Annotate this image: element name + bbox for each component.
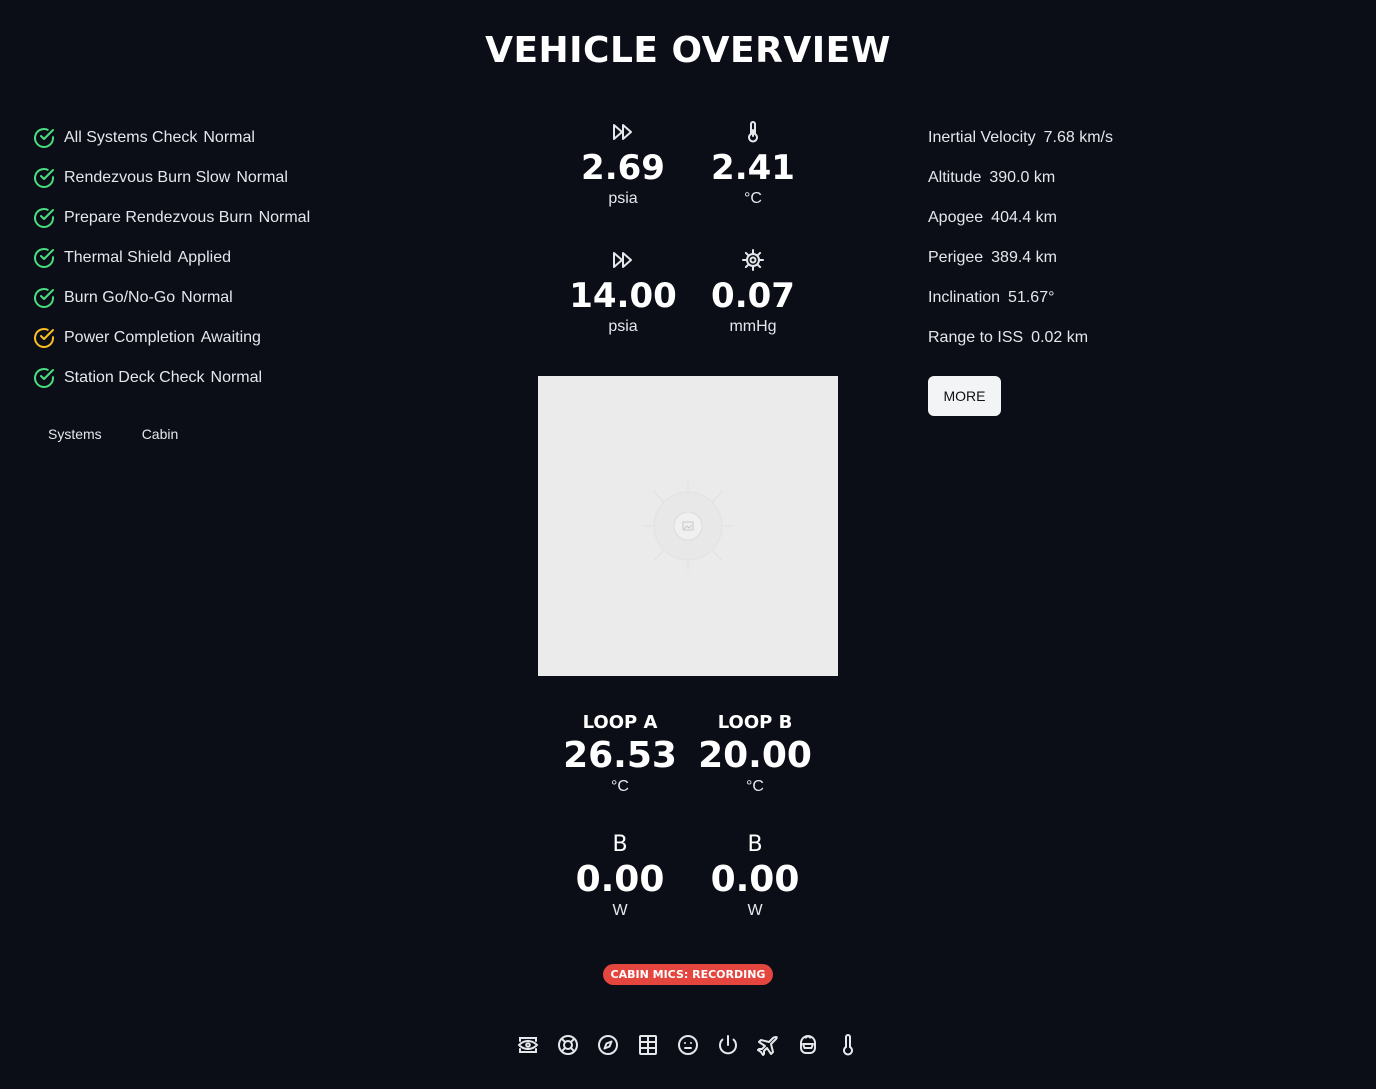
checklist-item: Station Deck Check Normal bbox=[32, 358, 310, 398]
telemetry-item: Apogee 404.4 km bbox=[928, 198, 1113, 238]
thermometer-icon[interactable] bbox=[828, 1030, 868, 1060]
lifebuoy-icon[interactable] bbox=[548, 1030, 588, 1060]
compass-icon[interactable] bbox=[588, 1030, 628, 1060]
checklist-label: Prepare Rendezvous Burn bbox=[64, 209, 253, 226]
telemetry-label: Altitude bbox=[928, 169, 982, 186]
power-unit: W bbox=[747, 902, 763, 919]
checklist-status: Normal bbox=[236, 169, 288, 186]
checklist-item: Burn Go/No-Go Normal bbox=[32, 278, 310, 318]
tab-systems[interactable]: Systems bbox=[34, 420, 116, 448]
gauge-value: 2.41 bbox=[711, 148, 795, 188]
loop-b: LOOP B 20.00 °C bbox=[685, 712, 825, 796]
checklist-label: Station Deck Check bbox=[64, 369, 205, 386]
check-circle-icon bbox=[32, 206, 56, 230]
loop-value: 26.53 bbox=[563, 735, 677, 776]
power-icon[interactable] bbox=[708, 1030, 748, 1060]
power-unit: W bbox=[612, 902, 628, 919]
loop-unit: °C bbox=[611, 778, 629, 795]
checklist-label: Burn Go/No-Go bbox=[64, 289, 176, 306]
fast-forward-icon bbox=[558, 120, 688, 144]
check-circle-icon bbox=[32, 166, 56, 190]
thermometer-icon bbox=[688, 120, 818, 144]
loop-label: LOOP B bbox=[717, 712, 793, 733]
camera-feed-placeholder bbox=[538, 376, 838, 676]
checklist-status: Awaiting bbox=[200, 329, 261, 346]
airplane-icon[interactable] bbox=[748, 1030, 788, 1060]
recording-status-badge: CABIN MICS: RECORDING bbox=[603, 964, 773, 985]
gauge-unit: psia bbox=[608, 190, 638, 207]
face-icon[interactable] bbox=[668, 1030, 708, 1060]
power-value: 0.00 bbox=[575, 859, 665, 900]
check-circle-icon bbox=[32, 366, 56, 390]
bottom-icon-bar bbox=[508, 1030, 868, 1060]
eye-icon[interactable] bbox=[508, 1030, 548, 1060]
more-button[interactable]: MORE bbox=[928, 376, 1001, 416]
checklist-status: Normal bbox=[210, 369, 263, 386]
gauge-unit: mmHg bbox=[729, 318, 777, 335]
loop-label: LOOP A bbox=[582, 712, 658, 733]
fast-forward-icon bbox=[558, 248, 688, 272]
telemetry-label: Inertial Velocity bbox=[928, 129, 1036, 146]
helmet-icon[interactable] bbox=[788, 1030, 828, 1060]
gauge-value: 2.69 bbox=[581, 148, 665, 188]
loop-value: 20.00 bbox=[698, 735, 812, 776]
telemetry-item: Range to ISS 0.02 km bbox=[928, 318, 1113, 358]
telemetry-value: 404.4 km bbox=[991, 209, 1057, 226]
telemetry-item: Perigee 389.4 km bbox=[928, 238, 1113, 278]
gauge-value: 0.07 bbox=[711, 276, 795, 316]
telemetry-label: Apogee bbox=[928, 209, 984, 226]
checklist-status: Normal bbox=[203, 129, 255, 146]
loop-unit: °C bbox=[746, 778, 764, 795]
tab-cabin[interactable]: Cabin bbox=[128, 420, 193, 448]
telemetry-list: Inertial Velocity 7.68 km/s Altitude 390… bbox=[928, 118, 1113, 358]
checklist-item: Power Completion Awaiting bbox=[32, 318, 310, 358]
check-circle-icon bbox=[32, 126, 56, 150]
checklist-status: Normal bbox=[258, 209, 311, 226]
gauge-unit: °C bbox=[744, 190, 762, 207]
checklist-label: All Systems Check bbox=[64, 129, 198, 146]
power-b: B 0.00 W bbox=[685, 832, 825, 920]
telemetry-item: Altitude 390.0 km bbox=[928, 158, 1113, 198]
checklist-label: Power Completion bbox=[64, 329, 195, 346]
gauge-pressure-1: 2.69 psia bbox=[558, 120, 688, 208]
telemetry-label: Inclination bbox=[928, 289, 1001, 306]
gauge-value: 14.00 bbox=[569, 276, 677, 316]
checklist-label: Thermal Shield bbox=[64, 249, 172, 266]
telemetry-value: 0.02 km bbox=[1031, 329, 1089, 346]
check-circle-icon bbox=[32, 246, 56, 270]
checklist-item: All Systems Check Normal bbox=[32, 118, 310, 158]
power-a: B 0.00 W bbox=[550, 832, 690, 920]
telemetry-item: Inertial Velocity 7.68 km/s bbox=[928, 118, 1113, 158]
checklist-label: Rendezvous Burn Slow bbox=[64, 169, 231, 186]
checklist-item: Rendezvous Burn Slow Normal bbox=[32, 158, 310, 198]
power-label: B bbox=[612, 832, 628, 857]
checklist-status: Applied bbox=[177, 249, 231, 266]
checklist-item: Prepare Rendezvous Burn Normal bbox=[32, 198, 310, 238]
telemetry-label: Perigee bbox=[928, 249, 984, 266]
power-label: B bbox=[747, 832, 763, 857]
tab-bar: Systems Cabin bbox=[34, 420, 204, 448]
telemetry-item: Inclination 51.67° bbox=[928, 278, 1113, 318]
image-placeholder-icon bbox=[643, 481, 733, 571]
telemetry-value: 389.4 km bbox=[991, 249, 1057, 266]
gauge-mmhg: 0.07 mmHg bbox=[688, 248, 818, 336]
telemetry-value: 51.67° bbox=[1008, 289, 1055, 306]
checklist: All Systems Check Normal Rendezvous Burn… bbox=[32, 118, 310, 398]
checklist-item: Thermal Shield Applied bbox=[32, 238, 310, 278]
loop-a: LOOP A 26.53 °C bbox=[550, 712, 690, 796]
grid-icon[interactable] bbox=[628, 1030, 668, 1060]
check-circle-icon bbox=[32, 286, 56, 310]
telemetry-value: 7.68 km/s bbox=[1043, 129, 1113, 146]
telemetry-label: Range to ISS bbox=[928, 329, 1024, 346]
page-title: VEHICLE OVERVIEW bbox=[485, 30, 891, 71]
gauge-pressure-2: 14.00 psia bbox=[558, 248, 688, 336]
check-circle-pending-icon bbox=[32, 326, 56, 350]
gauge-unit: psia bbox=[608, 318, 638, 335]
gear-icon bbox=[688, 248, 818, 272]
gauge-temperature: 2.41 °C bbox=[688, 120, 818, 208]
power-value: 0.00 bbox=[710, 859, 800, 900]
checklist-status: Normal bbox=[181, 289, 233, 306]
telemetry-value: 390.0 km bbox=[989, 169, 1056, 186]
